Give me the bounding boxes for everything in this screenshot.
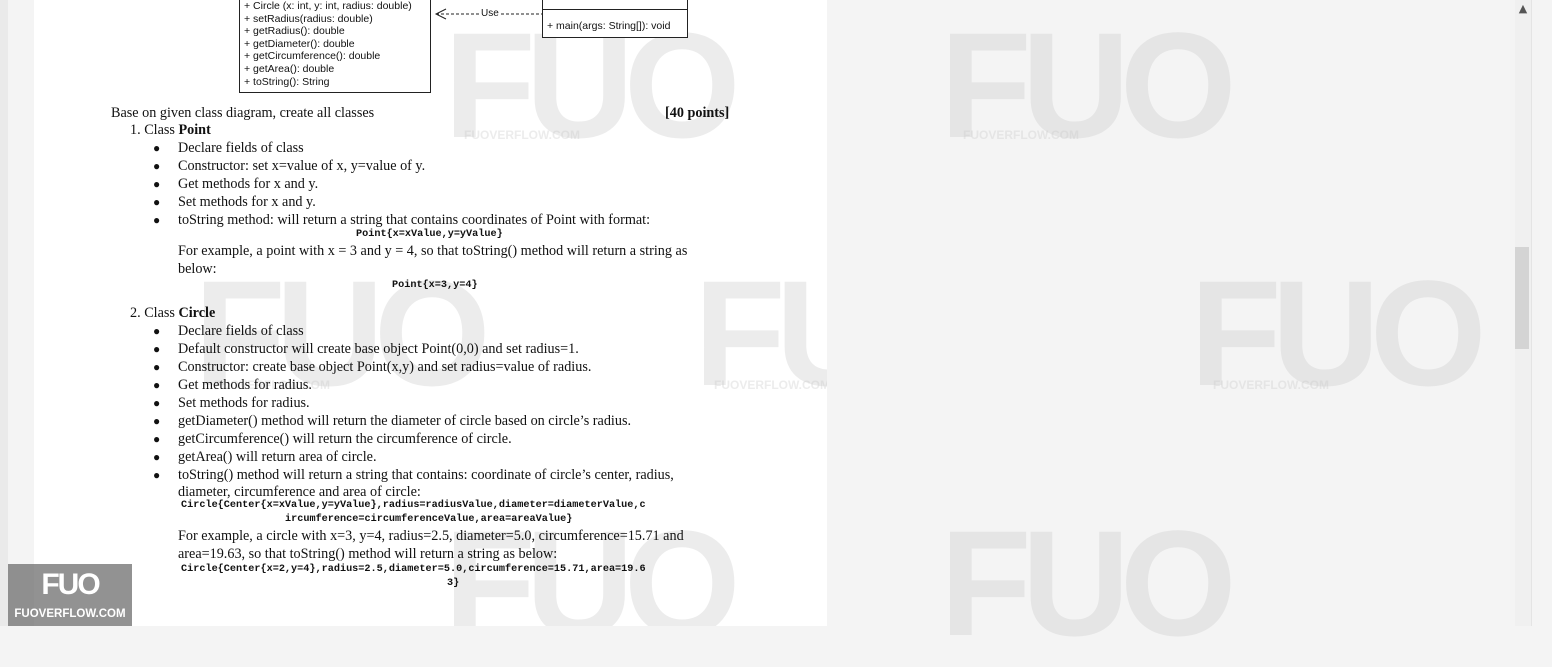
viewer-right-edge <box>1531 0 1552 626</box>
code-example: Circle{Center{x=2,y=4},radius=2.5,diamet… <box>181 564 646 575</box>
uml-use-label: Use <box>479 8 501 19</box>
section-heading-circle: 2. Class Circle <box>130 305 215 322</box>
watermark-logo: FUO <box>940 1 1237 169</box>
code-format: Circle{Center{x=xValue,y=yValue},radius=… <box>181 500 646 511</box>
bullet-icon: ● <box>153 450 161 464</box>
bullet-text: Constructor: set x=value of x, y=value o… <box>178 158 426 174</box>
class-name: Point <box>178 122 211 138</box>
watermark-logo: FUO <box>940 499 1237 667</box>
uml-method: + getCircumference(): double <box>244 50 381 63</box>
bullet-icon: ● <box>153 324 161 338</box>
bullet-icon: ● <box>153 396 161 410</box>
task-points: [40 points] <box>665 105 730 121</box>
section-number: 2. Class <box>130 305 179 321</box>
fuoverflow-logo: FUO FUOVERFLOW.COM <box>8 564 132 626</box>
bullet-icon: ● <box>153 141 161 155</box>
example-text: below: <box>178 261 217 277</box>
uml-method: + Circle (x: int, y: int, radius: double… <box>244 0 412 12</box>
bullet-icon: ● <box>153 159 161 173</box>
bullet-text: Get methods for x and y. <box>178 176 319 192</box>
bullet-icon: ● <box>153 177 161 191</box>
uml-method: + getArea(): double <box>244 62 335 75</box>
example-text: area=19.63, so that toString() method wi… <box>178 546 558 562</box>
code-format: ircumference=circumferenceValue,area=are… <box>285 514 573 525</box>
viewer-left-margin <box>0 0 8 626</box>
bullet-icon: ● <box>153 432 161 446</box>
watermark-text: FUOVERFLOW.COM <box>1213 378 1329 392</box>
bullet-text: getArea() will return area of circle. <box>178 449 377 465</box>
uml-separator <box>543 9 687 10</box>
uml-method: + getRadius(): double <box>244 25 345 38</box>
scroll-up-icon[interactable]: ▲ <box>1516 2 1530 16</box>
section-heading-point: 1. Class Point <box>130 122 211 139</box>
bullet-text: Set methods for radius. <box>178 395 310 411</box>
document-viewer: FUO FUOVERFLOW.COM FUO FUOVERFLOW.COM FU… <box>0 0 1552 658</box>
bullet-icon: ● <box>153 342 161 356</box>
bullet-icon: ● <box>153 468 161 482</box>
bullet-icon: ● <box>153 213 161 227</box>
class-name: Circle <box>178 305 216 321</box>
bullet-text: Constructor: create base object Point(x,… <box>178 359 592 375</box>
bullet-icon: ● <box>153 360 161 374</box>
logo-text: FUOVERFLOW.COM <box>14 608 126 620</box>
uml-method: + toString(): String <box>244 75 330 88</box>
bullet-text: Set methods for x and y. <box>178 194 316 210</box>
watermark-text: FUOVERFLOW.COM <box>714 378 827 392</box>
document-page: FUO FUOVERFLOW.COM FUO FUOVERFLOW.COM FU… <box>34 0 827 626</box>
bullet-icon: ● <box>153 378 161 392</box>
code-format: Point{x=xValue,y=yValue} <box>356 229 503 240</box>
task-intro: Base on given class diagram, create all … <box>111 105 375 121</box>
bullet-text: Declare fields of class <box>178 140 304 156</box>
watermark-logo: FUO <box>694 249 827 417</box>
uml-method: + setRadius(radius: double) <box>244 12 373 25</box>
bullet-text: toString method: will return a string th… <box>178 212 651 228</box>
uml-method: + getDiameter(): double <box>244 37 355 50</box>
watermark-text: FUOVERFLOW.COM <box>464 128 580 142</box>
uml-main-class-box: + main(args: String[]): void <box>542 0 688 38</box>
bullet-text: Declare fields of class <box>178 323 304 339</box>
bullet-text: getCircumference() will return the circu… <box>178 431 512 447</box>
example-text: For example, a point with x = 3 and y = … <box>178 243 688 259</box>
section-number: 1. Class <box>130 122 179 138</box>
example-text: For example, a circle with x=3, y=4, rad… <box>178 528 684 544</box>
bullet-text: toString() method will return a string t… <box>178 467 674 483</box>
uml-circle-class-box: + Circle (x: int, y: int, radius: double… <box>239 0 431 93</box>
bullet-icon: ● <box>153 195 161 209</box>
watermark-logo: FUO <box>1190 249 1487 417</box>
bullet-icon: ● <box>153 414 161 428</box>
scrollbar-thumb[interactable] <box>1515 247 1529 349</box>
bullet-text: getDiameter() method will return the dia… <box>178 413 632 429</box>
bullet-text: Default constructor will create base obj… <box>178 341 579 357</box>
bullet-text: Get methods for radius. <box>178 377 312 393</box>
logo-mark: FUO <box>41 568 100 601</box>
code-example: Point{x=3,y=4} <box>392 280 478 291</box>
code-example: 3} <box>447 578 460 589</box>
uml-main-method: + main(args: String[]): void <box>547 20 671 32</box>
watermark-text: FUOVERFLOW.COM <box>963 128 1079 142</box>
bullet-text-continued: diameter, circumference and area of circ… <box>178 484 421 500</box>
